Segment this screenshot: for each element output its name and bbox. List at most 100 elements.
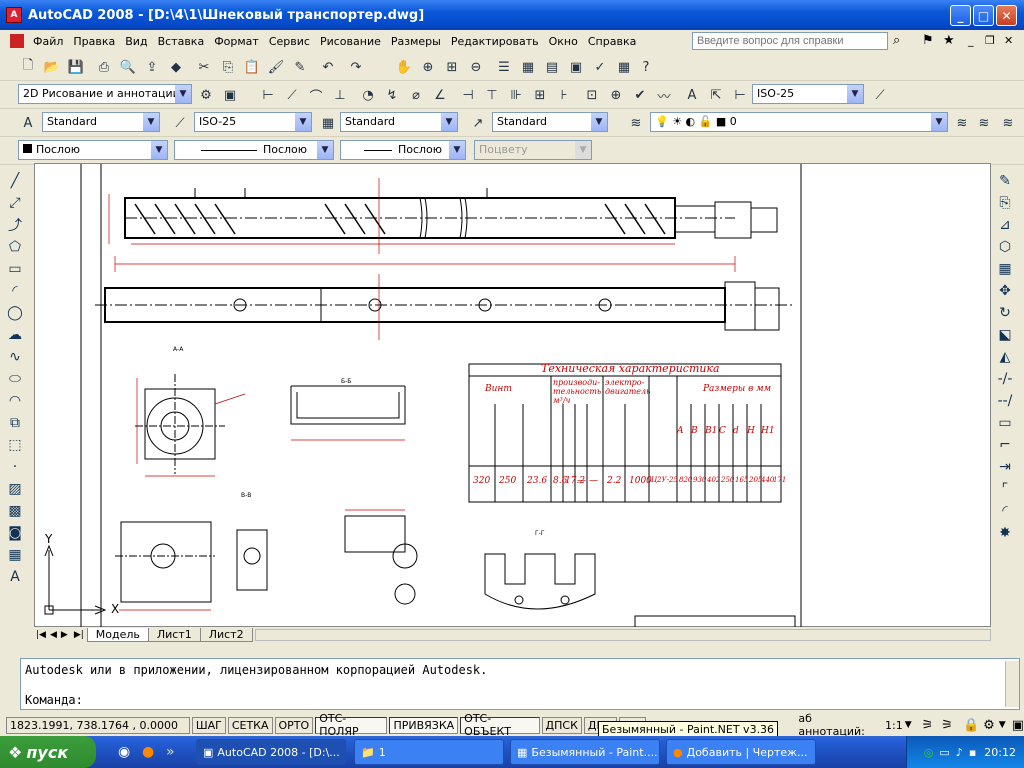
plot-preview-icon[interactable]: 🔍 — [118, 57, 138, 77]
tab-nav-next-icon[interactable]: ▶ — [59, 630, 70, 640]
make-layer-current-icon[interactable]: ≋ — [952, 113, 972, 133]
zoom-previous-icon[interactable]: ⊖ — [466, 57, 486, 77]
dim-space-icon[interactable]: ⊞ — [530, 85, 550, 105]
menu-window[interactable]: Окно — [544, 35, 583, 48]
extend-icon[interactable]: --/ — [993, 390, 1017, 412]
publish-icon[interactable]: ⇪ — [142, 57, 162, 77]
region-icon[interactable]: ◙ — [3, 522, 27, 544]
mirror-icon[interactable]: ⊿ — [993, 214, 1017, 236]
horizontal-scrollbar[interactable] — [255, 629, 991, 641]
workspace-select[interactable]: 2D Рисование и аннотации ▼ — [18, 84, 192, 104]
minimize-button[interactable]: _ — [950, 5, 971, 26]
start-button[interactable]: ❖ пуск — [0, 736, 96, 768]
network-icon[interactable]: ▭ — [939, 746, 949, 759]
menu-help[interactable]: Справка — [583, 35, 641, 48]
quicklaunch-more-icon[interactable]: » — [166, 744, 175, 760]
text-style-select[interactable]: Standard ▼ — [42, 112, 160, 132]
gradient-icon[interactable]: ▩ — [3, 500, 27, 522]
tab-model[interactable]: Модель — [86, 628, 149, 642]
dimstyle-select-top[interactable]: ISO-25 ▼ — [752, 84, 864, 104]
open-icon[interactable]: 📂 — [42, 57, 62, 77]
ellipse-arc-icon[interactable]: ◠ — [3, 390, 27, 412]
angular-dim-icon[interactable]: ∠ — [430, 85, 450, 105]
scale-icon[interactable]: ⬕ — [993, 324, 1017, 346]
dim-edit-icon[interactable]: A — [682, 85, 702, 105]
command-scrollbar[interactable] — [1005, 661, 1019, 707]
copy-icon[interactable]: ⎘ — [218, 57, 238, 77]
diameter-dim-icon[interactable]: ⌀ — [406, 85, 426, 105]
chevron-down-icon[interactable]: ▼ — [449, 141, 465, 159]
tolerance-icon[interactable]: ⊡ — [582, 85, 602, 105]
snap-button[interactable]: ШАГ — [191, 716, 226, 734]
continue-dim-icon[interactable]: ⊪ — [506, 85, 526, 105]
tool-palettes-icon[interactable]: ▤ — [542, 57, 562, 77]
design-center-icon[interactable]: ▦ — [518, 57, 538, 77]
calculator-icon[interactable]: ▦ — [614, 57, 634, 77]
circle-icon[interactable]: ◯ — [3, 302, 27, 324]
copy-object-icon[interactable]: ⎘ — [993, 192, 1017, 214]
text-style-icon[interactable]: A — [18, 113, 38, 133]
table-style-select[interactable]: Standard ▼ — [340, 112, 458, 132]
arc-icon[interactable]: ◜ — [3, 280, 27, 302]
chevron-down-icon[interactable]: ▼ — [295, 113, 311, 131]
array-icon[interactable]: ▦ — [993, 258, 1017, 280]
line-icon[interactable]: ╱ — [3, 170, 27, 192]
title-bar[interactable]: A AutoCAD 2008 - [D:\4\1\Шнековый трансп… — [0, 0, 1024, 30]
chevron-down-icon[interactable]: ▼ — [591, 113, 607, 131]
revision-cloud-icon[interactable]: ☁ — [3, 324, 27, 346]
tab-nav-prev-icon[interactable]: ◀ — [48, 630, 59, 640]
explode-icon[interactable]: ✸ — [993, 522, 1017, 544]
task-autocad[interactable]: ▣ AutoCAD 2008 - [D:\... — [196, 739, 346, 765]
ortho-button[interactable]: ОРТО — [274, 716, 314, 734]
pan-icon[interactable]: ✋ — [394, 57, 414, 77]
search-icon[interactable]: ⌕ — [893, 33, 900, 48]
point-icon[interactable]: · — [3, 456, 27, 478]
dimension-style-icon[interactable]: ⟋ — [870, 85, 890, 105]
rectangle-icon[interactable]: ▭ — [3, 258, 27, 280]
aligned-dim-icon[interactable]: ⟋ — [282, 85, 302, 105]
chevron-down-icon[interactable]: ▼ — [151, 141, 167, 159]
layer-manager-icon[interactable]: ≋ — [626, 113, 646, 133]
arc-length-icon[interactable]: ⌒ — [306, 85, 326, 105]
new-icon[interactable]: 🗋 — [18, 57, 38, 77]
chevron-down-icon[interactable]: ▼ — [441, 113, 457, 131]
maximize-button[interactable]: □ — [973, 5, 994, 26]
fillet-icon[interactable]: ◜ — [993, 500, 1017, 522]
layer-states-icon[interactable]: ≋ — [998, 113, 1018, 133]
polyline-icon[interactable]: ⤴ — [3, 214, 27, 236]
erase-icon[interactable]: ✎ — [993, 170, 1017, 192]
make-block-icon[interactable]: ⬚ — [3, 434, 27, 456]
command-window[interactable]: Autodesk или в приложении, лицензированн… — [20, 658, 1020, 710]
lineweight-select[interactable]: Послою ▼ — [340, 140, 466, 160]
chevron-down-icon[interactable]: ▼ — [847, 85, 863, 103]
markup-icon[interactable]: ✓ — [590, 57, 610, 77]
clock[interactable]: 20:12 — [984, 746, 1016, 759]
autocad-app-icon[interactable]: A — [6, 7, 22, 23]
paste-icon[interactable]: 📋 — [242, 57, 262, 77]
undo-icon[interactable]: ↶ — [318, 57, 338, 77]
jogged-linear-icon[interactable]: 〰 — [654, 85, 674, 105]
chamfer-icon[interactable]: ⌜ — [993, 478, 1017, 500]
break-at-point-icon[interactable]: ▭ — [993, 412, 1017, 434]
dim-style-icon[interactable]: ⟋ — [170, 113, 190, 133]
workspace-settings-icon[interactable]: ⚙ — [196, 85, 216, 105]
rotate-icon[interactable]: ↻ — [993, 302, 1017, 324]
center-mark-icon[interactable]: ⊕ — [606, 85, 626, 105]
annotation-visibility-icon[interactable]: ⚞ — [922, 718, 934, 733]
table-icon[interactable]: ▦ — [3, 544, 27, 566]
linetype-select[interactable]: Послою ▼ — [174, 140, 334, 160]
ducs-button[interactable]: ДПСК — [541, 716, 582, 734]
menu-edit[interactable]: Правка — [68, 35, 120, 48]
break-icon[interactable]: ⌐ — [993, 434, 1017, 456]
chevron-down-icon[interactable]: ▼ — [143, 113, 159, 131]
hatch-icon[interactable]: ▨ — [3, 478, 27, 500]
linear-dim-icon[interactable]: ⊢ — [258, 85, 278, 105]
command-prompt[interactable]: Команда: — [25, 693, 83, 707]
redo-icon[interactable]: ↷ — [346, 57, 366, 77]
dim-break-icon[interactable]: ⊦ — [554, 85, 574, 105]
tab-nav-first-icon[interactable]: |◀ — [34, 630, 48, 640]
tab-layout2[interactable]: Лист2 — [199, 628, 253, 642]
polygon-icon[interactable]: ⬠ — [3, 236, 27, 258]
task-paintnet[interactable]: ▦ Безымянный - Paint.... — [510, 739, 660, 765]
properties-icon[interactable]: ☰ — [494, 57, 514, 77]
